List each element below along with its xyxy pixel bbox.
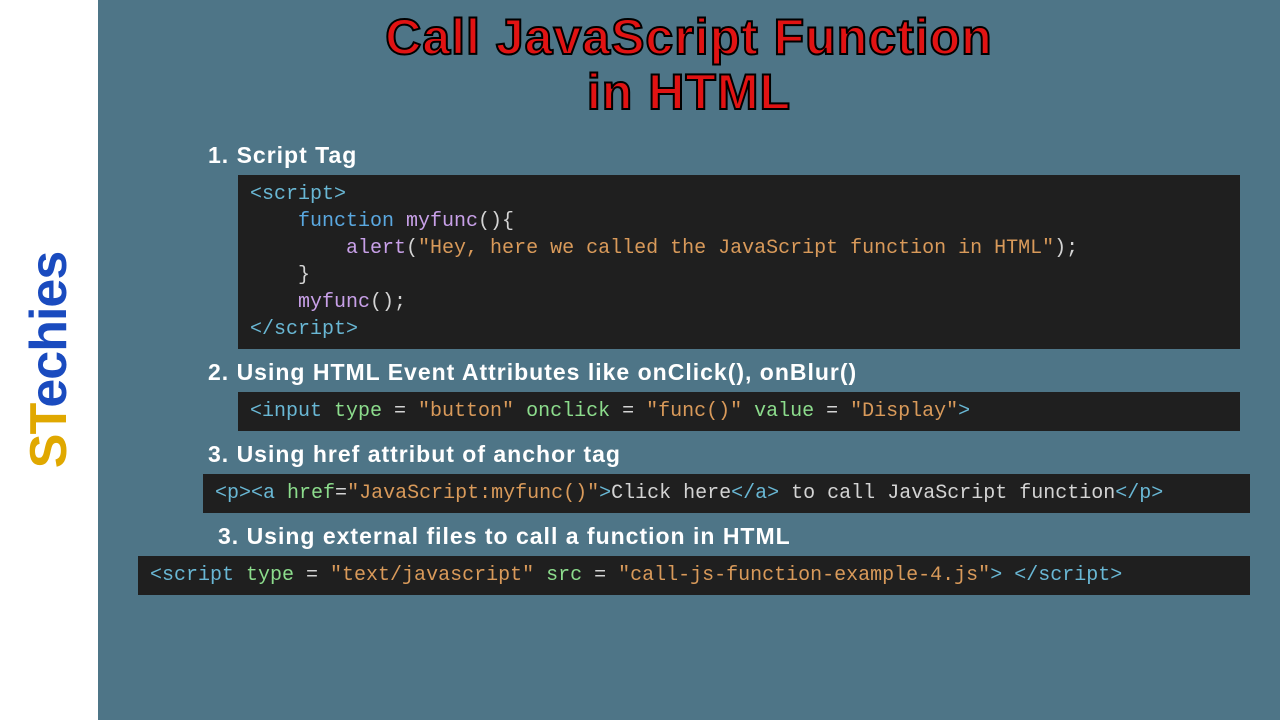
code-token: "func()" (646, 400, 742, 423)
code-token: <input (250, 400, 322, 423)
logo-s: S (20, 435, 78, 469)
code-token: = (294, 564, 330, 587)
title-line1: Call JavaScript Function (385, 9, 992, 65)
code-token: myfunc (394, 210, 478, 233)
code-token: = (335, 482, 347, 505)
code-token: (); (370, 291, 406, 314)
code-token: = (582, 564, 618, 587)
code-token: = (610, 400, 646, 423)
code-token: <script> (250, 183, 346, 206)
code-token: href (275, 482, 335, 505)
code-token: alert (346, 237, 406, 260)
code-token: type (234, 564, 294, 587)
logo-t: T (20, 408, 78, 435)
code-token: <a (251, 482, 275, 505)
code-token: = (382, 400, 418, 423)
code-token: <script (150, 564, 234, 587)
code-token: > (990, 564, 1002, 587)
code-token: src (534, 564, 582, 587)
logo-rest: echies (20, 252, 78, 408)
section-1-heading: 1. Script Tag (208, 142, 1250, 169)
code-token: "button" (418, 400, 514, 423)
code-block-2: <input type = "button" onclick = "func()… (238, 392, 1240, 431)
code-token: myfunc (298, 291, 370, 314)
code-token: <p> (215, 482, 251, 505)
sidebar: STechies (0, 0, 98, 720)
main-slide: Call JavaScript Function in HTML 1. Scri… (98, 0, 1280, 720)
code-token: "Hey, here we called the JavaScript func… (418, 237, 1054, 260)
code-token: value (742, 400, 814, 423)
code-token: </script> (1002, 564, 1122, 587)
section-4-heading: 3. Using external files to call a functi… (218, 523, 1250, 550)
code-block-1: <script> function myfunc(){ alert("Hey, … (238, 175, 1240, 349)
code-token: "JavaScript:myfunc()" (347, 482, 599, 505)
code-token: onclick (514, 400, 610, 423)
code-token: </a> (731, 482, 779, 505)
code-token: </p> (1115, 482, 1163, 505)
code-token: = (814, 400, 850, 423)
code-token: Click here (611, 482, 731, 505)
code-token: ); (1054, 237, 1078, 260)
code-block-4: <script type = "text/javascript" src = "… (138, 556, 1250, 595)
code-token: > (958, 400, 970, 423)
brand-logo: STechies (19, 252, 79, 468)
code-token: ( (406, 237, 418, 260)
code-token: (){ (478, 210, 514, 233)
code-token: "text/javascript" (330, 564, 534, 587)
code-token: } (298, 264, 310, 287)
code-token: "call-js-function-example-4.js" (618, 564, 990, 587)
section-2-heading: 2. Using HTML Event Attributes like onCl… (208, 359, 1250, 386)
code-token: > (599, 482, 611, 505)
section-3-heading: 3. Using href attribut of anchor tag (208, 441, 1250, 468)
code-block-3: <p><a href="JavaScript:myfunc()">Click h… (203, 474, 1250, 513)
code-token: "Display" (850, 400, 958, 423)
code-token: type (322, 400, 382, 423)
title-line2: in HTML (587, 64, 791, 120)
code-token: to call JavaScript function (779, 482, 1115, 505)
code-token: function (298, 210, 394, 233)
code-token: </script> (250, 318, 358, 341)
page-title: Call JavaScript Function in HTML (128, 10, 1250, 120)
